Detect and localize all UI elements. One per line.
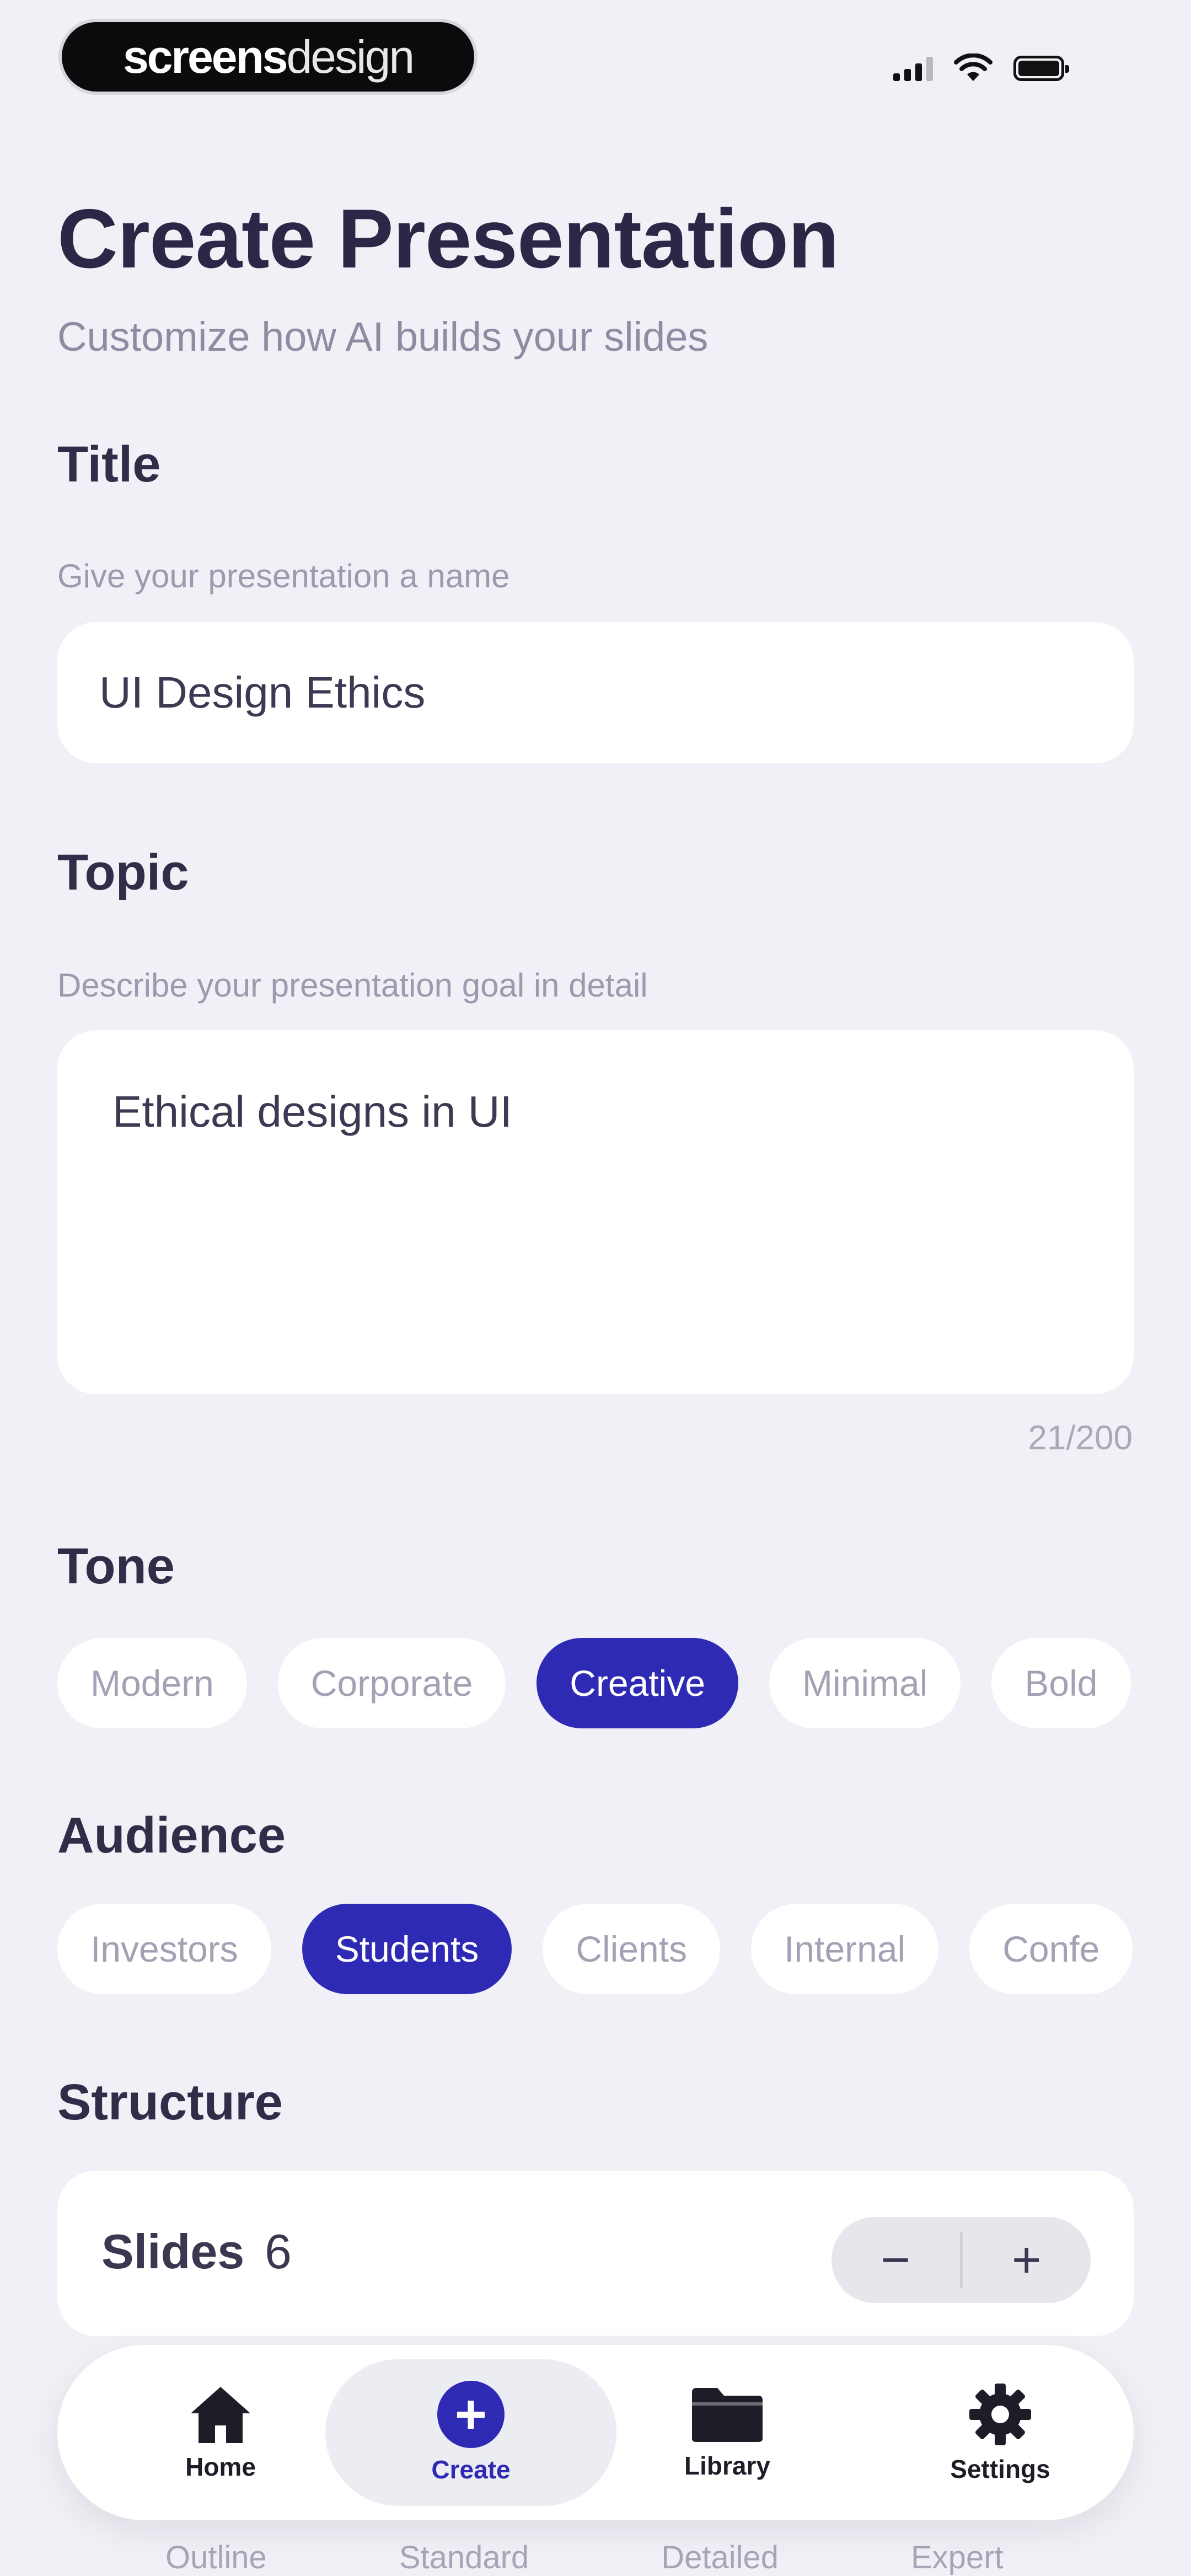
tone-chip-bold[interactable]: Bold: [991, 1638, 1131, 1728]
tab-library-label: Library: [684, 2451, 770, 2480]
decrement-button[interactable]: −: [831, 2217, 960, 2303]
slides-stepper: − +: [831, 2217, 1091, 2303]
audience-chip-students[interactable]: Students: [302, 1904, 512, 1994]
tone-section-label: Tone: [57, 1538, 175, 1594]
title-section-label: Title: [57, 436, 161, 492]
tone-chip-minimal[interactable]: Minimal: [769, 1638, 961, 1728]
tone-chip-row: Modern Corporate Creative Minimal Bold: [57, 1638, 1131, 1728]
tab-settings-label: Settings: [950, 2455, 1050, 2483]
wifi-icon: [954, 53, 993, 81]
brand-logo: screens design: [58, 19, 478, 95]
audience-chip-row: Investors Students Clients Internal Conf…: [57, 1904, 1133, 1994]
tab-create-label: Create: [431, 2455, 511, 2484]
slides-label: Slides: [101, 2224, 245, 2279]
audience-section-label: Audience: [57, 1807, 286, 1863]
topic-hint: Describe your presentation goal in detai…: [57, 967, 648, 1004]
page-subtitle: Customize how AI builds your slides: [57, 314, 709, 360]
structure-section-label: Structure: [57, 2074, 283, 2130]
battery-icon: [1013, 56, 1069, 81]
title-input[interactable]: [57, 622, 1134, 763]
tab-library[interactable]: Library: [658, 2345, 796, 2520]
detail-option-outline[interactable]: Outline: [165, 2539, 267, 2576]
tab-home-label: Home: [185, 2452, 256, 2481]
slides-count: 6: [265, 2224, 292, 2279]
tab-home[interactable]: Home: [160, 2345, 281, 2520]
page-title: Create Presentation: [57, 192, 839, 286]
status-icons: [893, 51, 1069, 86]
detail-option-expert[interactable]: Expert: [911, 2539, 1004, 2576]
character-counter: 21/200: [1028, 1419, 1133, 1457]
detail-option-standard[interactable]: Standard: [399, 2539, 529, 2576]
tone-chip-creative[interactable]: Creative: [537, 1638, 739, 1728]
tab-settings[interactable]: Settings: [912, 2345, 1088, 2520]
brand-light: design: [286, 30, 415, 83]
bottom-tab-bar: Home + Create Library Settings: [57, 2345, 1134, 2520]
audience-chip-clients[interactable]: Clients: [543, 1904, 721, 1994]
slides-card: Slides 6 − +: [57, 2171, 1134, 2336]
tone-chip-corporate[interactable]: Corporate: [277, 1638, 506, 1728]
signal-icon: [893, 56, 933, 81]
plus-circle-icon: +: [437, 2381, 505, 2448]
title-hint: Give your presentation a name: [57, 558, 510, 595]
brand-bold: screens: [122, 30, 288, 83]
tab-create[interactable]: + Create: [325, 2345, 616, 2520]
detail-option-detailed[interactable]: Detailed: [661, 2539, 779, 2576]
gear-icon: [969, 2384, 1031, 2445]
topic-section-label: Topic: [57, 844, 189, 901]
topic-textarea[interactable]: Ethical designs in UI: [57, 1030, 1134, 1394]
tone-chip-modern[interactable]: Modern: [57, 1638, 247, 1728]
folder-icon: [692, 2388, 763, 2442]
home-icon: [191, 2387, 250, 2443]
audience-chip-conference[interactable]: Confe: [969, 1904, 1133, 1994]
increment-button[interactable]: +: [963, 2217, 1091, 2303]
audience-chip-internal[interactable]: Internal: [751, 1904, 939, 1994]
detail-level-row: Outline Standard Detailed Expert: [165, 2539, 1004, 2576]
audience-chip-investors[interactable]: Investors: [57, 1904, 271, 1994]
